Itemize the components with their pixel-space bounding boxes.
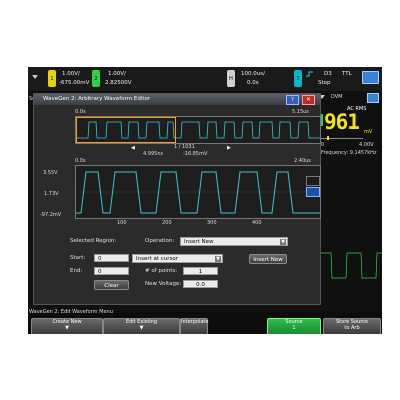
delay-value: 0.0s [247, 80, 259, 86]
dvm-frequency: Frequency: 9.1457kHz [321, 150, 377, 156]
menu-arrow-icon[interactable] [32, 75, 38, 79]
rising-edge-icon [306, 71, 313, 77]
interpolate-softkey[interactable]: Interpolate [180, 318, 208, 334]
oscilloscope-screen: 1 1.00V/ -675.00mV 2 1.00V/ 2.82500V H 1… [28, 67, 382, 334]
edit-existing-arrow-icon: ▼ [139, 325, 144, 331]
overview-end: 5.15us [292, 109, 309, 115]
nav-left-arrow[interactable]: ◀ [131, 145, 135, 151]
x-tick-400: 400 [252, 220, 262, 226]
end-field[interactable]: 0 [94, 267, 129, 275]
dvm-scale-marker [327, 136, 329, 140]
new-voltage-field[interactable]: 0.0 [183, 280, 218, 288]
operation-value: Insert New [184, 239, 214, 245]
usb-icon[interactable] [362, 71, 379, 84]
chevron-down-icon: ▼ [215, 256, 221, 262]
insert-new-button[interactable]: Insert New [249, 254, 287, 264]
dvm-scale-max: 4.00V [359, 142, 374, 148]
close-icon[interactable]: ✕ [302, 95, 315, 105]
dvm-sidebar: DVM AC RMS 961 mV 0 4.00V Frequency: 9.1… [317, 93, 382, 303]
create-new-arrow-icon: ▼ [65, 325, 69, 331]
zoom-tool-icon[interactable] [306, 176, 320, 186]
chevron-down-icon: ▼ [280, 239, 286, 245]
status-bar: 1 1.00V/ -675.00mV 2 1.00V/ 2.82500V H 1… [28, 67, 382, 91]
edit-existing-softkey[interactable]: Edit Existing ▼ [103, 318, 180, 334]
operation-label: Operation: [145, 238, 175, 244]
channel-2-number: 2 [94, 76, 98, 82]
store-source-softkey[interactable]: Store Source to Arb [323, 318, 381, 334]
overview-start: 0.0s [75, 109, 86, 115]
end-label: End: [70, 268, 83, 274]
channel-2-offset: 2.82500V [105, 80, 132, 86]
nav-right-arrow[interactable]: ▶ [227, 145, 231, 151]
zoom-start: 0.0s [75, 158, 86, 164]
points-label: # of points: [145, 268, 178, 274]
background-trace [317, 252, 382, 279]
x-tick-300: 300 [207, 220, 217, 226]
dialog-title-bar: WaveGen 2: Arbitrary Waveform Editor ? ✕ [34, 94, 320, 105]
operation-dropdown[interactable]: Insert New ▼ [180, 237, 288, 246]
dialog-title: WaveGen 2: Arbitrary Waveform Editor [43, 96, 151, 102]
dvm-reading: 961 [324, 110, 360, 134]
nav-index: 1 / 1031 [174, 144, 195, 150]
arbitrary-waveform-editor-dialog: WaveGen 2: Arbitrary Waveform Editor ? ✕… [33, 93, 321, 305]
dvm-unit: mV [364, 129, 373, 135]
acquisition-mode: Stop [318, 80, 331, 86]
clear-button[interactable]: Clear [94, 280, 129, 290]
zoom-waveform [76, 171, 320, 214]
nav-value: -16.85mV [183, 151, 208, 157]
start-field[interactable]: 0 [94, 254, 129, 262]
trigger-type: TTL [342, 71, 352, 77]
trigger-label: T [296, 76, 300, 82]
dvm-scale-min: 0 [321, 142, 325, 148]
timebase-value: 100.0us/ [241, 71, 265, 77]
insert-mode-dropdown[interactable]: Insert at cursor ▼ [132, 254, 223, 263]
nav-time: 4.995ns [143, 151, 164, 157]
horizontal-label: H [229, 76, 233, 82]
y-label-bottom: -97.2mV [40, 212, 62, 218]
zoom-waveform-panel[interactable] [75, 165, 321, 219]
start-label: Start: [70, 255, 86, 261]
channel-1-scale: 1.00V/ [62, 71, 80, 77]
x-tick-200: 200 [162, 220, 172, 226]
selected-region-label: Selected Region: [70, 238, 117, 244]
softkey-menu-title: WaveGen 2: Edit Waveform Menu [29, 309, 113, 315]
channel-1-offset: -675.00mV [59, 80, 90, 86]
dvm-settings-icon[interactable] [367, 93, 379, 103]
help-icon[interactable]: ? [286, 95, 299, 105]
x-tick-100: 100 [117, 220, 127, 226]
zoom-selection-box[interactable] [76, 117, 176, 143]
create-new-softkey[interactable]: Create New ▼ [31, 318, 103, 334]
dvm-label: DVM [331, 94, 343, 100]
zoom-end: 2.40us [294, 158, 311, 164]
overview-waveform-panel[interactable] [75, 116, 321, 144]
points-field[interactable]: 1 [183, 267, 218, 275]
channel-2-scale: 1.00V/ [108, 71, 126, 77]
insert-mode-value: Insert at cursor [136, 256, 179, 262]
source-value: 1 [292, 325, 296, 331]
new-voltage-label: New Voltage: [145, 281, 182, 287]
interpolate-label: Interpolate [181, 319, 209, 325]
y-label-mid: 1.73V [44, 191, 59, 197]
trigger-source: D3 [324, 71, 332, 77]
waveform-tool-icon[interactable] [306, 187, 320, 197]
store-source-sub: to Arb [344, 325, 360, 331]
y-label-top: 3.55V [43, 170, 58, 176]
channel-1-number: 1 [50, 76, 54, 82]
source-softkey[interactable]: Source 1 [267, 318, 321, 334]
